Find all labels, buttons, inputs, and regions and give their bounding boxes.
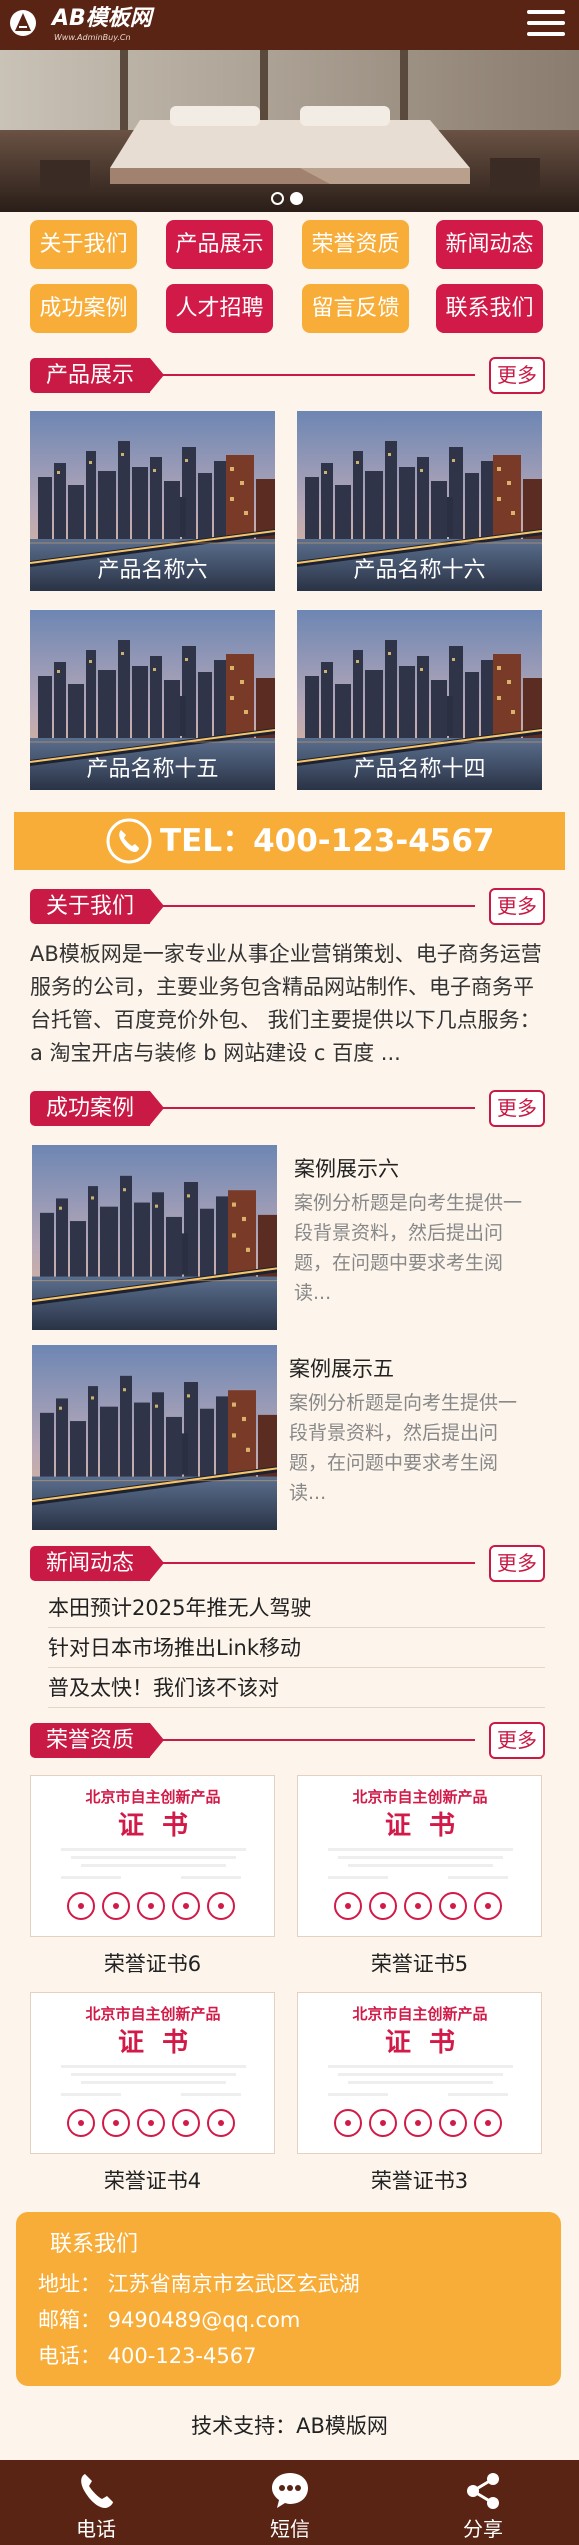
more-button[interactable]: 更多 (489, 888, 545, 925)
nav-honors[interactable]: 荣誉资质 (302, 220, 409, 269)
hero-banner[interactable] (0, 50, 579, 212)
certificate-image[interactable]: 北京市自主创新产品 证 书 (30, 1992, 275, 2154)
cert-title: 北京市自主创新产品 (352, 2005, 487, 2023)
contact-title: 联系我们 (50, 2232, 139, 2257)
section-title: 成功案例 (30, 1091, 165, 1126)
footer-sms-button[interactable]: 短信 (230, 2460, 350, 2545)
section-divider (160, 1107, 475, 1109)
banner-dot-2[interactable] (290, 192, 303, 205)
certificate-name[interactable]: 荣誉证书6 (30, 1948, 275, 1978)
footer-label: 电话 (76, 2517, 116, 2541)
more-button[interactable]: 更多 (489, 357, 545, 394)
news-item[interactable]: 针对日本市场推出Link移动 (48, 1628, 545, 1668)
case-description: 案例分析题是向考生提供一段背景资料，然后提出问题，在问题中要求考生阅读... (289, 1392, 518, 1504)
banner-image (0, 50, 579, 212)
share-icon (467, 2473, 499, 2509)
section-title: 产品展示 (30, 358, 165, 393)
certificate-image[interactable]: 北京市自主创新产品 证 书 (297, 1992, 542, 2154)
contact-address: 地址： 江苏省南京市玄武区玄武湖 (38, 2272, 360, 2296)
honors-section-header: 荣誉资质 更多 (30, 1720, 545, 1760)
sms-icon (272, 2473, 308, 2508)
footer-label: 分享 (463, 2517, 503, 2541)
certificate-name[interactable]: 荣誉证书3 (297, 2165, 542, 2195)
case-image[interactable] (32, 1345, 277, 1530)
section-title: 荣誉资质 (30, 1723, 165, 1758)
nav-contact[interactable]: 联系我们 (436, 284, 543, 333)
certificate-name[interactable]: 荣誉证书5 (297, 1948, 542, 1978)
product-card[interactable]: 产品名称十四 (297, 610, 542, 790)
product-card[interactable]: 产品名称六 (30, 411, 275, 591)
phone-icon (106, 818, 152, 864)
case-title[interactable]: 案例展示五 (289, 1353, 394, 1383)
logo-text: AB模板网 (52, 6, 152, 31)
news-item[interactable]: 普及太快！我们该不该对 (48, 1668, 545, 1708)
section-divider (160, 374, 475, 376)
more-button[interactable]: 更多 (489, 1545, 545, 1582)
section-divider (160, 905, 475, 907)
nav-about[interactable]: 关于我们 (30, 220, 137, 269)
more-button[interactable]: 更多 (489, 1722, 545, 1759)
about-section-header: 关于我们 更多 (30, 886, 545, 926)
site-logo[interactable]: AB模板网 Www.AdminBuy.Cn (8, 6, 168, 44)
contact-box: 联系我们 地址： 江苏省南京市玄武区玄武湖 邮箱： 9490489@qq.com… (16, 2212, 561, 2386)
certificate-image[interactable]: 北京市自主创新产品 证 书 (297, 1775, 542, 1937)
nav-products[interactable]: 产品展示 (166, 220, 273, 269)
case-title[interactable]: 案例展示六 (294, 1153, 399, 1183)
cert-word: 证 书 (118, 1811, 188, 1841)
certificate-art: 北京市自主创新产品 证 书 (298, 1993, 542, 2154)
tech-support[interactable]: 技术支持：AB模版网 (0, 2410, 579, 2440)
logo-icon (10, 10, 36, 36)
product-card[interactable]: 产品名称十五 (30, 610, 275, 790)
nav-jobs[interactable]: 人才招聘 (166, 284, 273, 333)
certificate-art: 北京市自主创新产品 证 书 (298, 1776, 542, 1937)
footer-share-button[interactable]: 分享 (423, 2460, 543, 2545)
product-name: 产品名称十五 (86, 757, 219, 782)
phone-number: TEL：400-123-4567 (160, 823, 495, 859)
site-header: AB模板网 Www.AdminBuy.Cn (0, 0, 579, 50)
nav-cases[interactable]: 成功案例 (30, 284, 137, 333)
news-item[interactable]: 本田预计2025年推无人驾驶 (48, 1588, 545, 1628)
cert-word: 证 书 (385, 1811, 455, 1841)
case-description: 案例分析题是向考生提供一段背景资料，然后提出问题，在问题中要求考生阅读... (294, 1192, 523, 1304)
product-card[interactable]: 产品名称十六 (297, 411, 542, 591)
certificate-art: 北京市自主创新产品 证 书 (31, 1776, 275, 1937)
cert-word: 证 书 (385, 2028, 455, 2058)
phone-icon (81, 2474, 113, 2508)
section-divider (160, 1562, 475, 1564)
case-image[interactable] (32, 1145, 277, 1330)
section-divider (160, 1739, 475, 1741)
about-text: AB模板网是一家专业从事企业营销策划、电子商务运营服务的公司，主要业务包含精品网… (30, 942, 542, 1065)
news-section-header: 新闻动态 更多 (30, 1543, 545, 1583)
section-title: 关于我们 (30, 889, 165, 924)
footer-label: 短信 (270, 2517, 310, 2541)
logo-url: Www.AdminBuy.Cn (54, 33, 131, 42)
contact-phone[interactable]: 电话： 400-123-4567 (38, 2340, 256, 2370)
certificate-art: 北京市自主创新产品 证 书 (31, 1993, 275, 2154)
product-name: 产品名称十四 (353, 757, 486, 782)
section-title: 新闻动态 (30, 1546, 165, 1581)
banner-dots (268, 190, 306, 205)
footer-phone-button[interactable]: 电话 (36, 2460, 156, 2545)
cert-title: 北京市自主创新产品 (352, 1788, 487, 1806)
products-section-header: 产品展示 更多 (30, 355, 545, 395)
banner-dot-1[interactable] (271, 192, 284, 205)
nav-feedback[interactable]: 留言反馈 (302, 284, 409, 333)
cert-title: 北京市自主创新产品 (85, 1788, 220, 1806)
cert-word: 证 书 (118, 2028, 188, 2058)
cases-section-header: 成功案例 更多 (30, 1088, 545, 1128)
bottom-bar: 电话 短信 分享 (0, 2460, 579, 2545)
nav-news[interactable]: 新闻动态 (436, 220, 543, 269)
certificate-image[interactable]: 北京市自主创新产品 证 书 (30, 1775, 275, 1937)
product-name: 产品名称六 (97, 558, 208, 583)
phone-banner[interactable]: TEL：400-123-4567 (14, 812, 565, 870)
product-name: 产品名称十六 (353, 558, 486, 583)
more-button[interactable]: 更多 (489, 1090, 545, 1127)
contact-email[interactable]: 邮箱： 9490489@qq.com (38, 2304, 300, 2334)
cert-title: 北京市自主创新产品 (85, 2005, 220, 2023)
menu-icon[interactable] (527, 10, 565, 38)
certificate-name[interactable]: 荣誉证书4 (30, 2165, 275, 2195)
